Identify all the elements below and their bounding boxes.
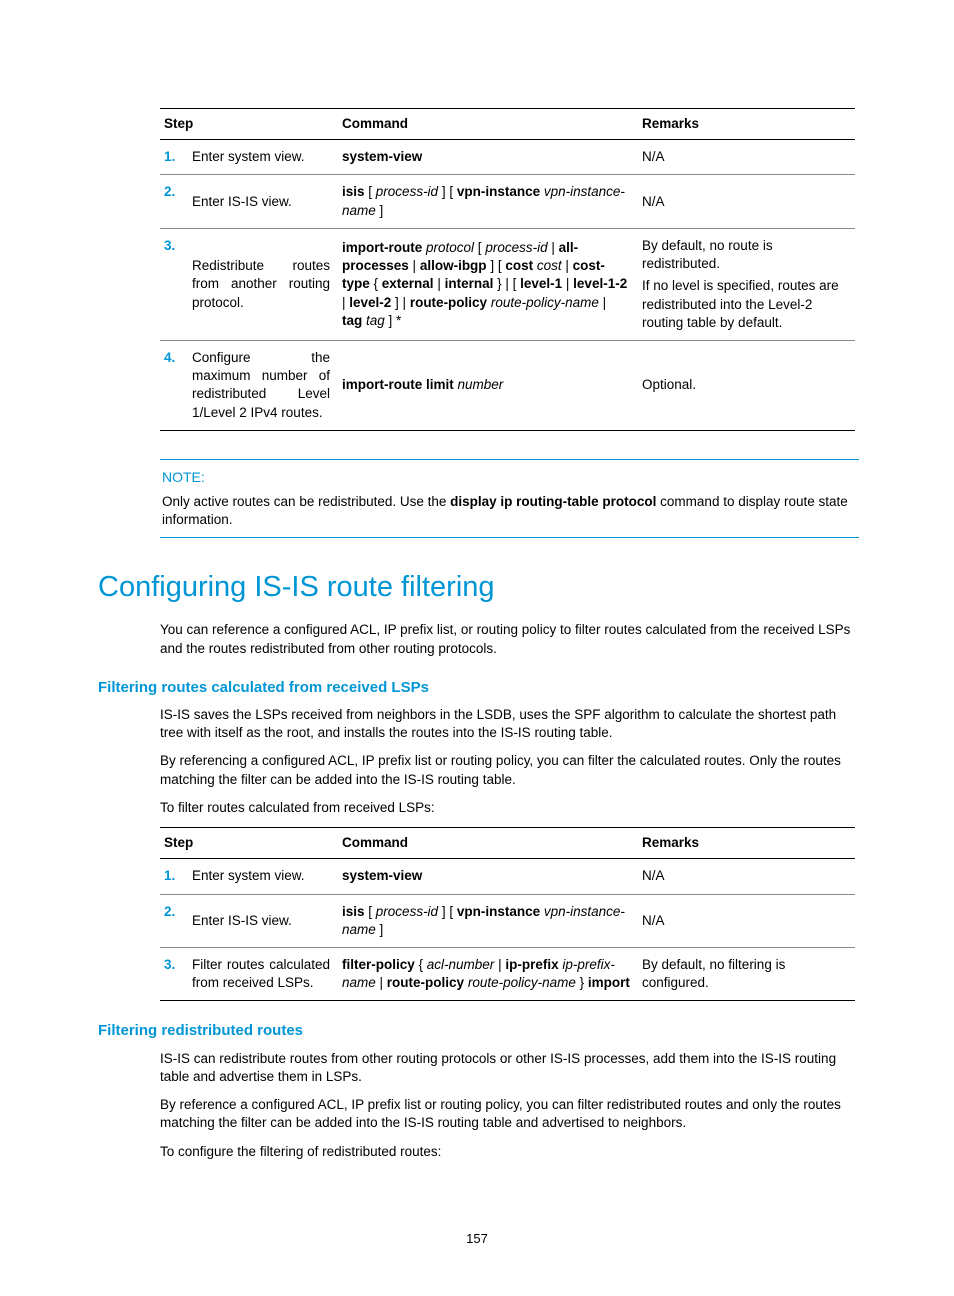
subheading-received-lsps: Filtering routes calculated from receive…	[98, 678, 856, 698]
note-body: Only active routes can be redistributed.…	[162, 493, 857, 529]
step-number: 3.	[160, 228, 188, 340]
filter-lsp-table: Step Command Remarks 1. Enter system vie…	[160, 827, 855, 1001]
intro-text: You can reference a configured ACL, IP p…	[160, 621, 855, 657]
step-desc: Enter system view.	[188, 140, 338, 175]
paragraph: By reference a configured ACL, IP prefix…	[160, 1096, 855, 1132]
step-desc: Enter IS-IS view.	[188, 894, 338, 947]
note-label: NOTE:	[162, 468, 857, 487]
step-number: 1.	[160, 859, 188, 894]
paragraph: IS-IS can redistribute routes from other…	[160, 1050, 855, 1086]
step-desc: Filter routes calculated from received L…	[188, 947, 338, 1000]
step-remark: Optional.	[638, 340, 855, 430]
paragraph: You can reference a configured ACL, IP p…	[160, 621, 855, 657]
step-number: 1.	[160, 140, 188, 175]
th-step: Step	[160, 828, 338, 859]
table-row: 3. Redistribute routes from another rout…	[160, 228, 855, 340]
step-number: 4.	[160, 340, 188, 430]
th-command: Command	[338, 109, 638, 140]
step-command: import-route protocol [ process-id | all…	[338, 228, 638, 340]
step-remark: N/A	[638, 894, 855, 947]
step-remark: N/A	[638, 859, 855, 894]
step-command: system-view	[338, 859, 638, 894]
section1-body: IS-IS saves the LSPs received from neigh…	[160, 706, 855, 817]
table-row: 1. Enter system view. system-view N/A	[160, 859, 855, 894]
step-desc: Redistribute routes from another routing…	[188, 228, 338, 340]
page: Step Command Remarks 1. Enter system vie…	[0, 0, 954, 1296]
step-command: isis [ process-id ] [ vpn-instance vpn-i…	[338, 175, 638, 228]
step-number: 3.	[160, 947, 188, 1000]
page-number: 157	[0, 1230, 954, 1248]
redistribute-table: Step Command Remarks 1. Enter system vie…	[160, 108, 855, 431]
note-box: NOTE: Only active routes can be redistri…	[160, 459, 859, 538]
step-desc: Configure the maximum number of redistri…	[188, 340, 338, 430]
step-command: isis [ process-id ] [ vpn-instance vpn-i…	[338, 894, 638, 947]
paragraph: To configure the filtering of redistribu…	[160, 1143, 855, 1161]
th-command: Command	[338, 828, 638, 859]
th-remarks: Remarks	[638, 109, 855, 140]
step-number: 2.	[160, 175, 188, 228]
step-desc: Enter IS-IS view.	[188, 175, 338, 228]
step-remark: N/A	[638, 140, 855, 175]
th-remarks: Remarks	[638, 828, 855, 859]
subheading-redistributed: Filtering redistributed routes	[98, 1021, 856, 1041]
table-row: 4. Configure the maximum number of redis…	[160, 340, 855, 430]
table-row: 2. Enter IS-IS view. isis [ process-id ]…	[160, 175, 855, 228]
step-remark: By default, no route is redistributed.If…	[638, 228, 855, 340]
step-remark: N/A	[638, 175, 855, 228]
table-row: 3. Filter routes calculated from receive…	[160, 947, 855, 1000]
heading-route-filtering: Configuring IS-IS route filtering	[98, 568, 856, 607]
paragraph: By referencing a configured ACL, IP pref…	[160, 752, 855, 788]
step-command: filter-policy { acl-number | ip-prefix i…	[338, 947, 638, 1000]
paragraph: To filter routes calculated from receive…	[160, 799, 855, 817]
table-row: 1. Enter system view. system-view N/A	[160, 140, 855, 175]
section2-body: IS-IS can redistribute routes from other…	[160, 1050, 855, 1161]
th-step: Step	[160, 109, 338, 140]
paragraph: IS-IS saves the LSPs received from neigh…	[160, 706, 855, 742]
step-remark: By default, no filtering is configured.	[638, 947, 855, 1000]
step-desc: Enter system view.	[188, 859, 338, 894]
step-command: system-view	[338, 140, 638, 175]
step-number: 2.	[160, 894, 188, 947]
table-row: 2. Enter IS-IS view. isis [ process-id ]…	[160, 894, 855, 947]
step-command: import-route limit number	[338, 340, 638, 430]
